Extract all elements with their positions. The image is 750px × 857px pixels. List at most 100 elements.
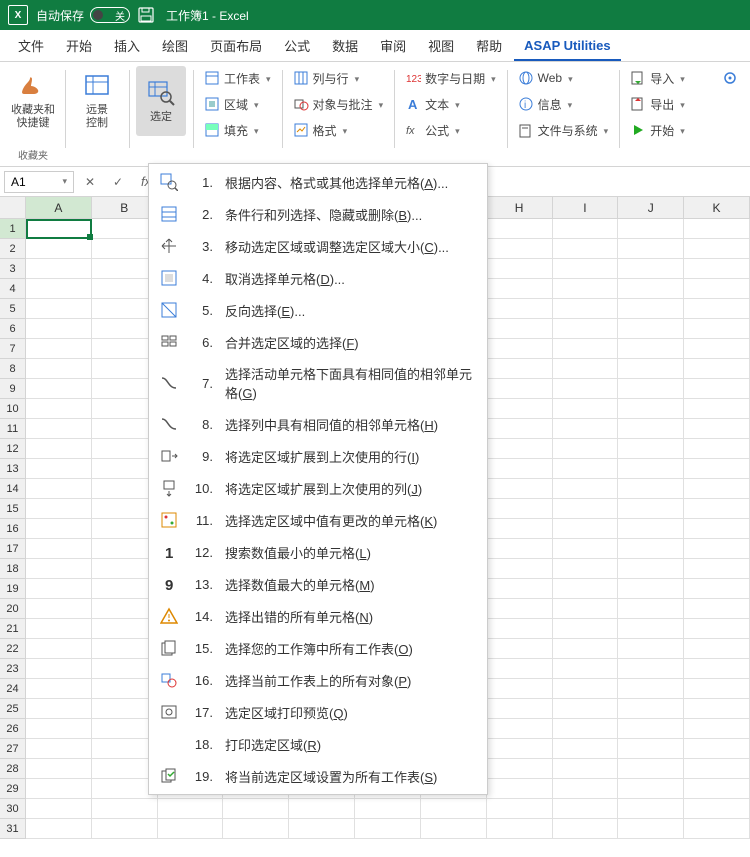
menu-item-5[interactable]: 5.反向选择(E)... <box>149 294 487 326</box>
cell[interactable] <box>26 719 92 739</box>
cell[interactable] <box>553 539 619 559</box>
cell[interactable] <box>487 679 553 699</box>
cell[interactable] <box>26 579 92 599</box>
cell[interactable] <box>618 459 684 479</box>
row-header-23[interactable]: 23 <box>0 659 26 679</box>
cell[interactable] <box>684 339 750 359</box>
cell[interactable] <box>487 819 553 839</box>
cell[interactable] <box>26 819 92 839</box>
cell[interactable] <box>487 459 553 479</box>
row-header-31[interactable]: 31 <box>0 819 26 839</box>
cell[interactable] <box>487 719 553 739</box>
cell[interactable] <box>618 599 684 619</box>
row-header-10[interactable]: 10 <box>0 399 26 419</box>
col-header-J[interactable]: J <box>618 197 684 219</box>
cell[interactable] <box>26 779 92 799</box>
row-header-28[interactable]: 28 <box>0 759 26 779</box>
cell[interactable] <box>26 619 92 639</box>
menu-item-9[interactable]: 9.将选定区域扩展到上次使用的行(I) <box>149 440 487 472</box>
cell[interactable] <box>26 359 92 379</box>
tab-帮助[interactable]: 帮助 <box>466 30 512 61</box>
row-header-27[interactable]: 27 <box>0 739 26 759</box>
cell[interactable] <box>553 819 619 839</box>
cell[interactable] <box>26 339 92 359</box>
menu-item-14[interactable]: 14.选择出错的所有单元格(N) <box>149 600 487 632</box>
cell[interactable] <box>618 739 684 759</box>
cell[interactable] <box>487 479 553 499</box>
cell[interactable] <box>26 599 92 619</box>
cell[interactable] <box>26 459 92 479</box>
row-header-4[interactable]: 4 <box>0 279 26 299</box>
menu-item-10[interactable]: 10.将选定区域扩展到上次使用的列(J) <box>149 472 487 504</box>
cell[interactable] <box>684 739 750 759</box>
ribbon-item-导出[interactable]: 导出 <box>626 92 689 116</box>
cell[interactable] <box>355 819 421 839</box>
cell[interactable] <box>684 519 750 539</box>
cell[interactable] <box>487 639 553 659</box>
cell[interactable] <box>487 559 553 579</box>
cell[interactable] <box>421 819 487 839</box>
tab-审阅[interactable]: 审阅 <box>370 30 416 61</box>
cell[interactable] <box>684 539 750 559</box>
row-header-26[interactable]: 26 <box>0 719 26 739</box>
cell[interactable] <box>618 439 684 459</box>
cell[interactable] <box>618 659 684 679</box>
cell[interactable] <box>618 639 684 659</box>
cell[interactable] <box>289 799 355 819</box>
cell[interactable] <box>684 819 750 839</box>
row-header-17[interactable]: 17 <box>0 539 26 559</box>
cell[interactable] <box>553 219 619 239</box>
cell[interactable] <box>26 239 92 259</box>
cell[interactable] <box>26 699 92 719</box>
cell[interactable] <box>26 399 92 419</box>
cell[interactable] <box>553 439 619 459</box>
row-header-25[interactable]: 25 <box>0 699 26 719</box>
confirm-icon[interactable]: ✓ <box>106 170 130 194</box>
row-header-3[interactable]: 3 <box>0 259 26 279</box>
cell[interactable] <box>684 419 750 439</box>
cell[interactable] <box>26 279 92 299</box>
toggle-switch[interactable]: 关 <box>90 7 130 23</box>
cell[interactable] <box>618 719 684 739</box>
cell[interactable] <box>26 679 92 699</box>
row-header-2[interactable]: 2 <box>0 239 26 259</box>
menu-item-7[interactable]: 7.选择活动单元格下面具有相同值的相邻单元格(G) <box>149 358 487 408</box>
cell[interactable] <box>618 279 684 299</box>
options-button[interactable] <box>718 66 742 90</box>
cell[interactable] <box>553 359 619 379</box>
favorites-button[interactable]: 收藏夹和 快捷键 <box>8 66 58 136</box>
select-all-cell[interactable] <box>0 197 26 219</box>
cell[interactable] <box>158 799 224 819</box>
name-box[interactable]: A1 ▾ <box>4 171 74 193</box>
tab-开始[interactable]: 开始 <box>56 30 102 61</box>
cell[interactable] <box>487 279 553 299</box>
cell[interactable] <box>487 779 553 799</box>
tab-绘图[interactable]: 绘图 <box>152 30 198 61</box>
cell[interactable] <box>618 239 684 259</box>
cell[interactable] <box>618 579 684 599</box>
cell[interactable] <box>684 479 750 499</box>
menu-item-3[interactable]: 3.移动选定区域或调整选定区域大小(C)... <box>149 230 487 262</box>
ribbon-item-列与行[interactable]: 列与行 <box>289 66 388 90</box>
cell[interactable] <box>487 799 553 819</box>
cell[interactable] <box>487 439 553 459</box>
cell[interactable] <box>26 319 92 339</box>
row-header-6[interactable]: 6 <box>0 319 26 339</box>
cell[interactable] <box>553 579 619 599</box>
row-header-24[interactable]: 24 <box>0 679 26 699</box>
cell[interactable] <box>684 279 750 299</box>
cell[interactable] <box>26 799 92 819</box>
cancel-icon[interactable]: ✕ <box>78 170 102 194</box>
ribbon-item-格式[interactable]: 格式 <box>289 118 388 142</box>
cell[interactable] <box>487 219 553 239</box>
cell[interactable] <box>553 259 619 279</box>
cell[interactable] <box>684 239 750 259</box>
menu-item-6[interactable]: 6.合并选定区域的选择(F) <box>149 326 487 358</box>
cell[interactable] <box>618 539 684 559</box>
cell[interactable] <box>618 299 684 319</box>
menu-item-16[interactable]: 16.选择当前工作表上的所有对象(P) <box>149 664 487 696</box>
row-header-7[interactable]: 7 <box>0 339 26 359</box>
cell[interactable] <box>618 559 684 579</box>
cell[interactable] <box>618 259 684 279</box>
cell[interactable] <box>421 799 487 819</box>
